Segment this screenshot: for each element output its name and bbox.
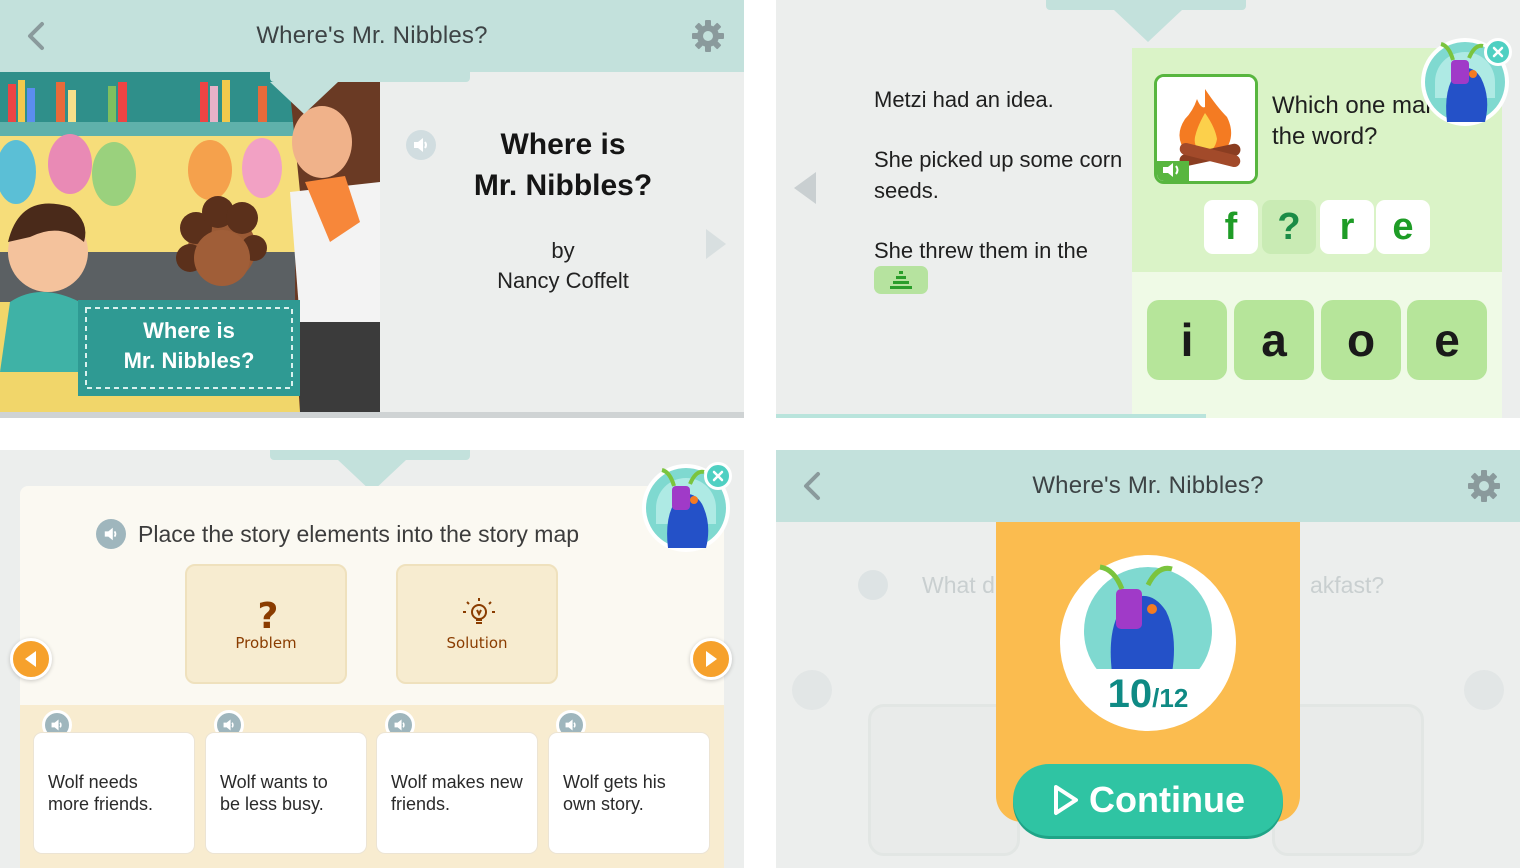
story-map-slot-solution[interactable]: Solution: [396, 564, 558, 684]
instruction-speaker-icon[interactable]: [96, 519, 126, 549]
progress-track: [0, 412, 744, 418]
choice-button-a[interactable]: a: [1234, 300, 1314, 380]
page-tab: [1046, 0, 1246, 10]
ghost-question-left: What d: [922, 572, 995, 598]
score-value: 10: [1107, 672, 1153, 716]
ghost-next-button: [1464, 670, 1504, 710]
slot-label-solution: Solution: [446, 634, 508, 652]
previous-page-arrow-icon[interactable]: [794, 172, 816, 204]
book-title-line1: Where is: [500, 128, 626, 161]
close-icon[interactable]: [704, 462, 732, 490]
next-button[interactable]: [690, 638, 732, 680]
story-line-3: She threw them in the: [874, 238, 1089, 263]
story-map-panel: Place the story elements into the story …: [0, 450, 744, 868]
book-title-line2: Mr. Nibbles?: [473, 169, 653, 202]
continue-label: Continue: [1089, 779, 1245, 820]
page-tab-chevron: [270, 82, 338, 114]
back-arrow-icon[interactable]: [798, 470, 828, 502]
story-line-1: Metzi had an idea.: [874, 87, 1054, 112]
story-element-card[interactable]: Wolf makes new friends.: [376, 732, 538, 854]
story-map-slot-problem[interactable]: ? Problem: [185, 564, 347, 684]
progress-bar: [776, 414, 1206, 418]
story-element-card[interactable]: Wolf gets his own story.: [548, 732, 710, 854]
question-mark-icon: ?: [258, 596, 279, 632]
word-letter-blank: ?: [1262, 200, 1316, 254]
book-title: Where is Mr. Nibbles?: [468, 124, 658, 206]
page-tab-chevron: [1114, 10, 1182, 42]
choice-button-e[interactable]: e: [1407, 300, 1487, 380]
story-line-2: She picked up some corn seeds.: [874, 147, 1123, 203]
back-arrow-icon[interactable]: [22, 20, 52, 52]
missing-word-highlight[interactable]: [874, 266, 928, 294]
story-cover-panel: Where's Mr. Nibbles? Where is Mr. Nibble…: [0, 0, 744, 418]
close-icon[interactable]: [1484, 38, 1512, 66]
cover-sign-line1: Where is: [143, 318, 235, 343]
word-letter-4: e: [1376, 200, 1430, 254]
instruction-row: Place the story elements into the story …: [96, 516, 656, 552]
svg-text:?: ?: [258, 596, 279, 632]
previous-button[interactable]: [10, 638, 52, 680]
continue-button[interactable]: Continue: [1013, 764, 1283, 836]
phonics-quiz-panel: Metzi had an idea. She picked up some co…: [776, 0, 1520, 418]
slot-label-problem: Problem: [235, 634, 297, 652]
author-name: Nancy Coffelt: [497, 268, 629, 293]
top-bar: Where's Mr. Nibbles?: [776, 450, 1520, 522]
top-bar: Where's Mr. Nibbles?: [0, 0, 744, 72]
byline: by Nancy Coffelt: [468, 236, 658, 296]
campfire-picture[interactable]: [1154, 74, 1258, 184]
ghost-speaker-icon: [858, 570, 888, 600]
ghost-prev-button: [792, 670, 832, 710]
instruction-text: Place the story elements into the story …: [138, 520, 580, 547]
story-text: Metzi had an idea. She picked up some co…: [874, 84, 1134, 295]
settings-gear-icon[interactable]: [1466, 468, 1502, 504]
lightbulb-icon: [463, 598, 495, 624]
score-total: /12: [1152, 683, 1189, 713]
word-letter-3: r: [1320, 200, 1374, 254]
page-title: Where's Mr. Nibbles?: [256, 22, 488, 49]
story-element-card[interactable]: Wolf needs more friends.: [33, 732, 195, 854]
book-cover-illustration: Where is Mr. Nibbles?: [0, 72, 380, 412]
ghost-question-right: akfast?: [1310, 572, 1385, 598]
story-element-card[interactable]: Wolf wants to be less busy.: [205, 732, 367, 854]
score-panel: Where's Mr. Nibbles? What d akfast? 10/1…: [776, 450, 1520, 868]
page-tab: [270, 72, 470, 82]
score-text: 10/12: [1060, 672, 1236, 717]
title-speaker-icon[interactable]: [406, 130, 436, 160]
next-page-arrow-icon[interactable]: [706, 229, 726, 259]
choice-button-o[interactable]: o: [1321, 300, 1401, 380]
choice-button-i[interactable]: i: [1147, 300, 1227, 380]
page-title: Where's Mr. Nibbles?: [1032, 472, 1264, 499]
word-letter-1: f: [1204, 200, 1258, 254]
by-label: by: [551, 238, 575, 263]
settings-gear-icon[interactable]: [690, 18, 726, 54]
cover-sign-line2: Mr. Nibbles?: [123, 348, 255, 373]
page-tab: [270, 450, 470, 460]
play-icon: [1054, 785, 1078, 815]
